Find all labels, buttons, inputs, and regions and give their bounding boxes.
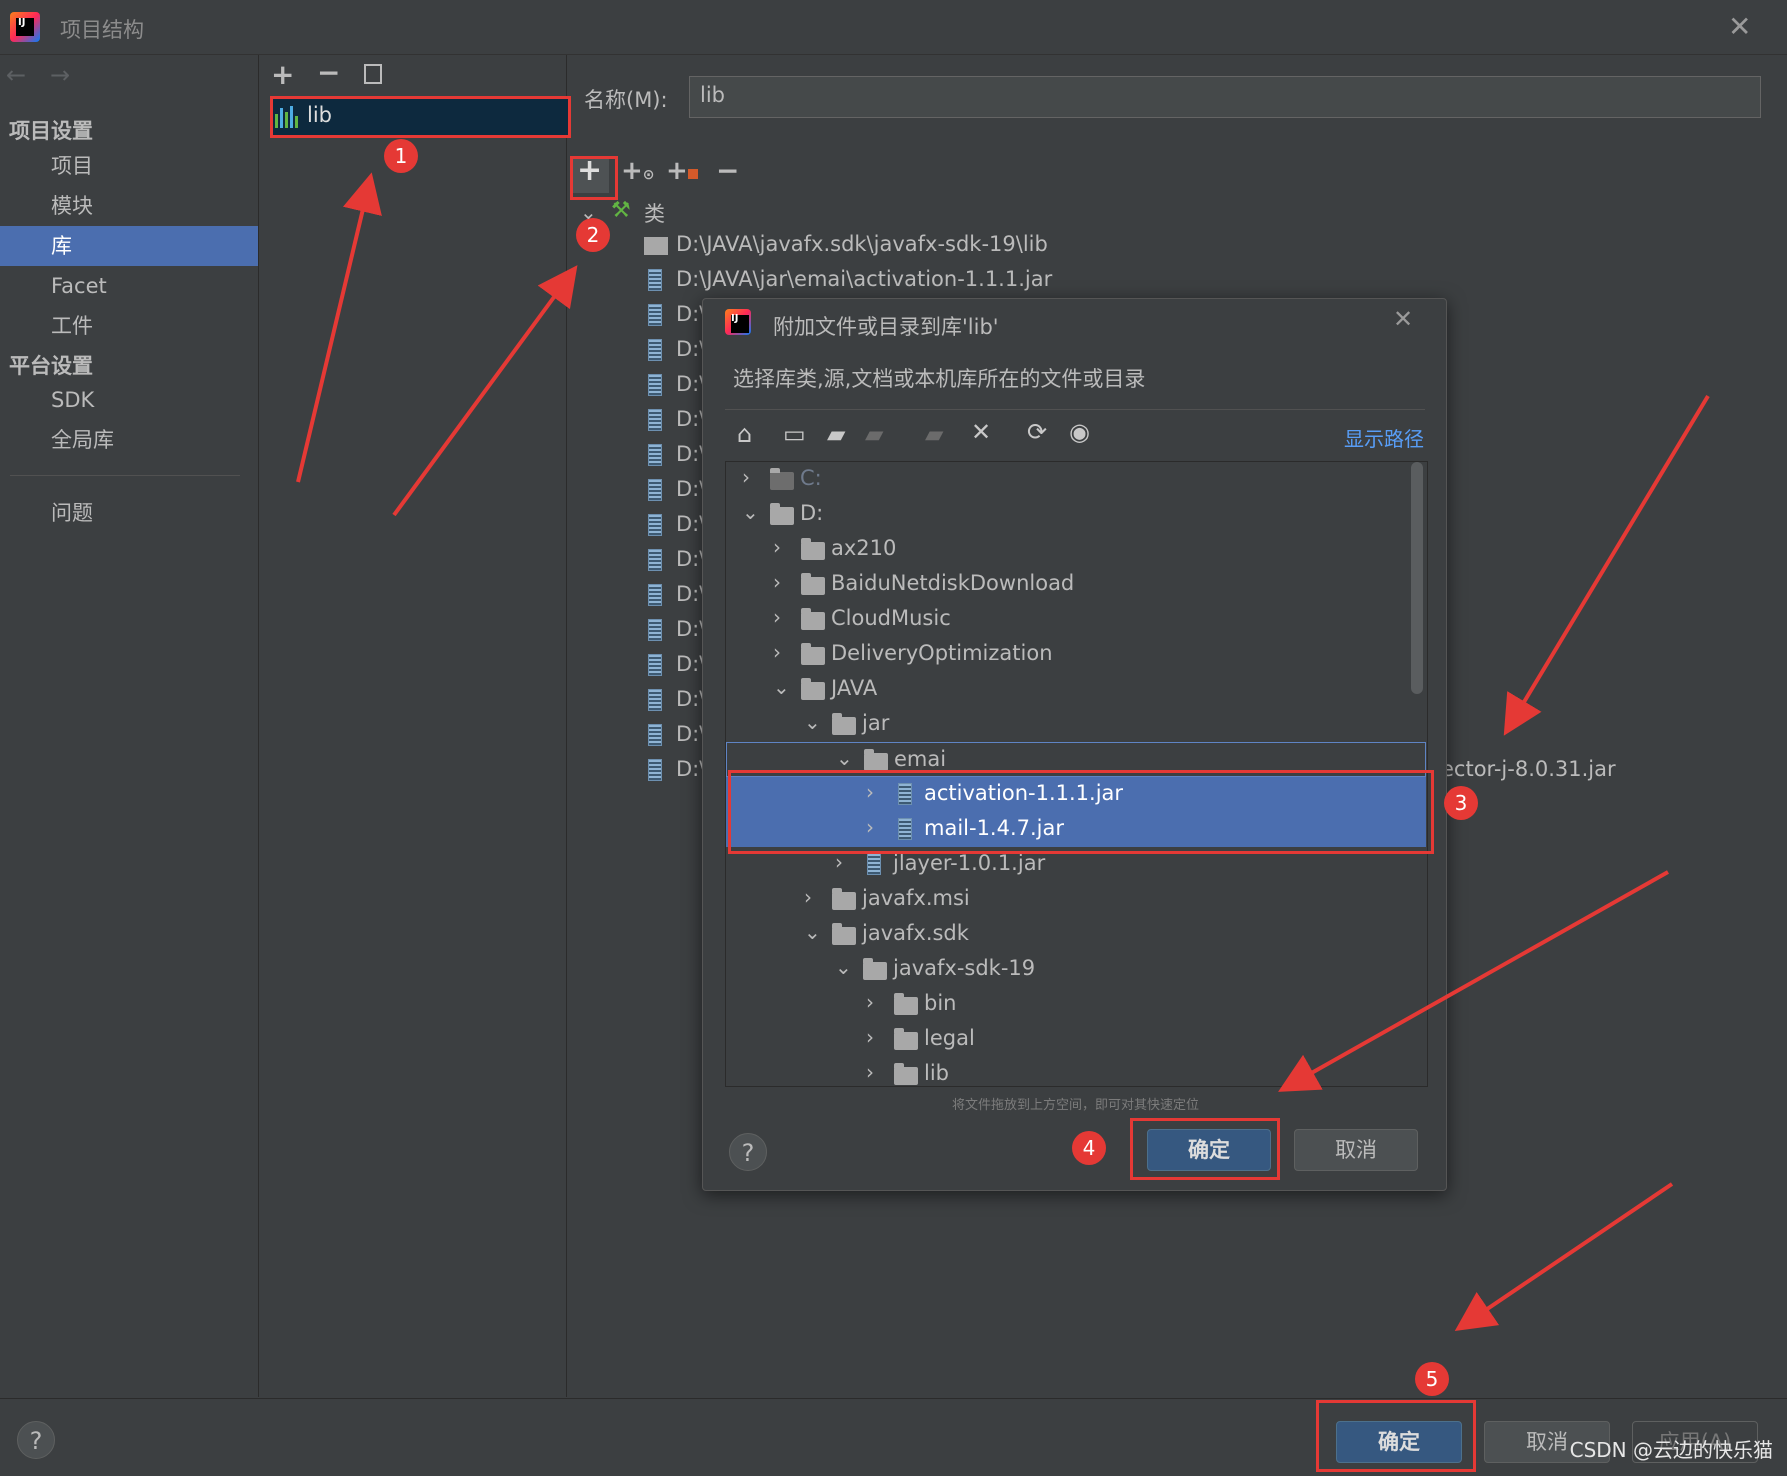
annotation-arrow-4	[1278, 870, 1669, 1092]
annotation-arrow-1	[296, 172, 382, 483]
annotation-arrows	[296, 172, 1710, 1331]
annotation-arrow-5	[1454, 1182, 1674, 1331]
annotation-arrow-3	[1503, 394, 1710, 736]
annotation-arrow-2	[392, 265, 578, 517]
